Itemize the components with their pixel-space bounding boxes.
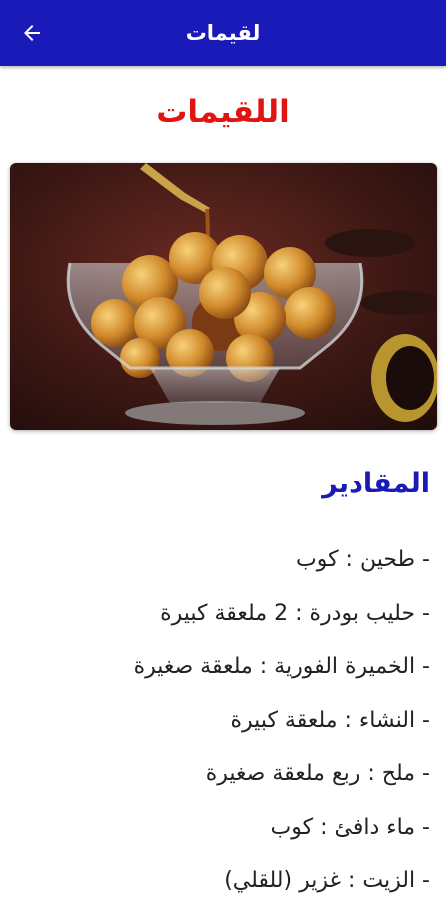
ingredient-item: - طحين : كوب [296, 547, 430, 572]
app-bar: لقيمات [0, 0, 446, 66]
ingredients-title: المقادير [322, 468, 430, 499]
ingredient-item: - الخميرة الفورية : ملعقة صغيرة [133, 654, 430, 679]
recipe-heading: اللقيمات [156, 94, 290, 130]
ingredient-item: - ملح : ربع ملعقة صغيرة [205, 761, 430, 786]
ingredient-item: - ماء دافئ : كوب [270, 814, 430, 840]
ingredient-item: - حليب بودرة : 2 ملعقة كبيرة [160, 600, 430, 626]
ingredient-item: - الزيت : غزير (للقلي) [224, 868, 430, 893]
app-bar-title: لقيمات [185, 21, 261, 45]
recipe-photo [10, 163, 437, 430]
ingredients-list: - طحين : كوب - حليب بودرة : 2 ملعقة كبير… [10, 540, 430, 915]
ingredient-item: - النشاء : ملعقة كبيرة [230, 707, 430, 733]
